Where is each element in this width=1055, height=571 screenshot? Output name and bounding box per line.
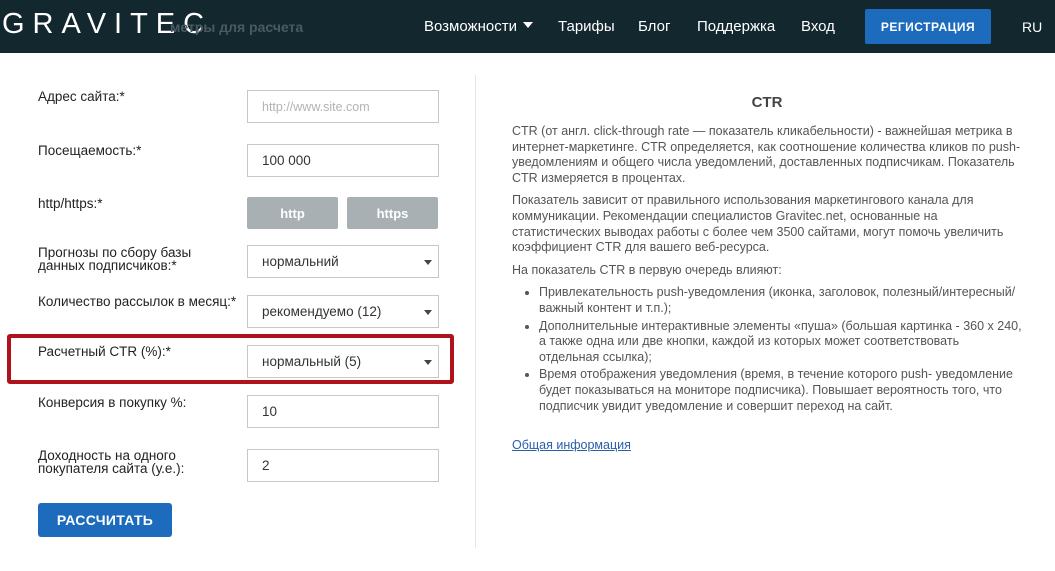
revenue-input[interactable]: [247, 449, 439, 482]
factors-list: Привлекательность push-уведомления (икон…: [512, 285, 1022, 414]
ctr-select[interactable]: нормальный (5): [247, 345, 439, 378]
site-address-label: Адрес сайта:*: [38, 89, 125, 104]
list-item: Дополнительные интерактивные элементы «п…: [539, 319, 1022, 366]
ctr-select-value: нормальный (5): [262, 354, 362, 369]
page-section-title: метры для расчета: [170, 19, 304, 35]
language-switcher[interactable]: RU: [1022, 17, 1042, 37]
conversion-input[interactable]: [247, 395, 439, 428]
register-button[interactable]: РЕГИСТРАЦИЯ: [865, 9, 991, 44]
list-item: Привлекательность push-уведомления (икон…: [539, 285, 1022, 316]
info-paragraph: Показатель зависит от правильного исполь…: [512, 193, 1004, 255]
nav-support[interactable]: Поддержка: [697, 17, 775, 37]
info-paragraph: CTR (от англ. click-through rate — показ…: [512, 124, 1021, 185]
traffic-label: Посещаемость:*: [38, 143, 142, 158]
traffic-input[interactable]: [247, 144, 439, 177]
top-header: GRAVITEC метры для расчета Возможности Т…: [0, 0, 1055, 53]
list-item: Время отображения уведомления (время, в …: [539, 367, 1022, 414]
ctr-info-panel: CTR CTR (от англ. click-through rate — п…: [512, 93, 1022, 454]
nav-pricing[interactable]: Тарифы: [558, 17, 615, 37]
site-address-input[interactable]: [247, 90, 439, 123]
https-toggle-button[interactable]: https: [347, 197, 438, 229]
http-toggle-button[interactable]: http: [247, 197, 338, 229]
dropdown-arrow-icon: [424, 360, 432, 365]
revenue-label: Доходность на одного покупателя сайта (у…: [38, 448, 185, 476]
forecast-select[interactable]: нормальний: [247, 245, 439, 278]
general-info-link[interactable]: Общая информация: [512, 438, 631, 454]
dropdown-arrow-icon: [424, 260, 432, 265]
mailings-select-value: рекомендуемо (12): [262, 304, 382, 319]
mailings-select[interactable]: рекомендуемо (12): [247, 295, 439, 328]
mailings-label: Количество рассылок в месяц:*: [38, 294, 237, 309]
nav-features-label: Возможности: [424, 18, 517, 35]
forecast-label: Прогнозы по сбору базы данных подписчико…: [38, 245, 192, 273]
info-title: CTR: [751, 94, 783, 111]
dropdown-arrow-icon: [424, 310, 432, 315]
protocol-label: http/https:*: [38, 196, 103, 211]
ctr-label: Расчетный CTR (%):*: [38, 344, 171, 359]
nav-login[interactable]: Вход: [801, 17, 835, 37]
calculate-button[interactable]: РАССЧИТАТЬ: [38, 503, 172, 537]
chevron-down-icon: [522, 22, 533, 29]
conversion-label: Конверсия в покупку %:: [38, 395, 187, 410]
nav-features[interactable]: Возможности: [424, 17, 533, 37]
column-divider: [475, 75, 476, 548]
info-paragraph: На показатель CTR в первую очередь влияю…: [512, 262, 782, 277]
forecast-select-value: нормальний: [262, 254, 339, 269]
nav-blog[interactable]: Блог: [638, 17, 670, 37]
